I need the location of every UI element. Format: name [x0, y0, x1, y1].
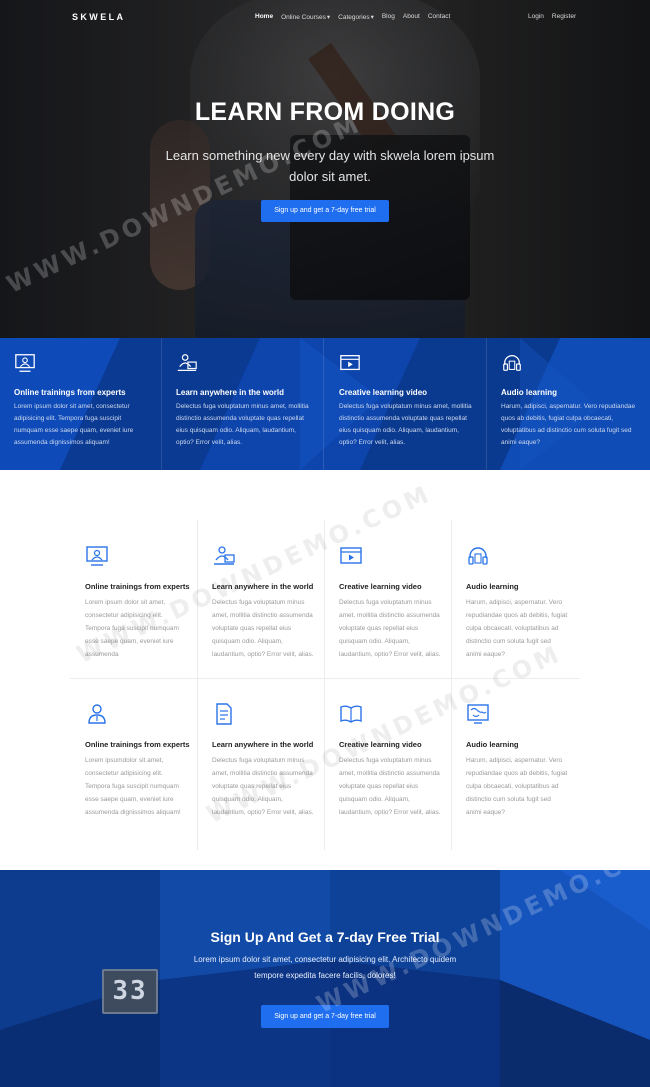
chevron-down-icon: ▾	[326, 14, 331, 21]
headphones-icon	[468, 547, 488, 565]
nav-link-contact[interactable]: Contact	[428, 13, 450, 21]
feature-card-text: Delectus fuga voluptatum minus amet, mol…	[339, 599, 441, 658]
feature-card-title: Creative learning video	[339, 740, 422, 749]
strip-item: Learn anywhere in the world Delectus fug…	[162, 338, 324, 470]
strip-item: Audio learning Harum, adipisci, aspernat…	[487, 338, 649, 470]
cta-title: Sign Up And Get a 7-day Free Trial	[210, 929, 440, 945]
strip-item-text: Delectus fuga voluptatum minus amet, mol…	[176, 403, 309, 446]
cta-text: Lorem ipsum dolor sit amet, consectetur …	[193, 955, 457, 980]
nav-links: Home Online Courses▾ Categories▾ Blog Ab…	[255, 13, 450, 21]
building-number-sign: 33	[102, 969, 158, 1014]
strip-item-title: Learn anywhere in the world	[176, 388, 285, 397]
strip-item-text: Harum, adipisci, aspernatur. Vero repudi…	[501, 403, 636, 446]
feature-card-text: Lorem ipsumdolor sit amet, consectetur a…	[85, 757, 181, 816]
feature-card: Online trainings from experts Lorem ipsu…	[70, 702, 197, 819]
feature-card-title: Learn anywhere in the world	[212, 740, 314, 749]
strip-item-text: Delectus fuga voluptatum minus amet, mol…	[339, 403, 472, 446]
expert-user-icon	[88, 704, 106, 724]
feature-card-text: Lorem ipsum dolor sit amet, consectetur …	[85, 599, 179, 658]
top-navbar: SKWELA Home Online Courses▾ Categories▾ …	[0, 0, 650, 36]
feature-card-text: Harum, adipisci, aspernatur. Vero repudi…	[466, 599, 568, 658]
feature-card-title: Creative learning video	[339, 582, 422, 591]
login-link[interactable]: Login	[528, 13, 544, 20]
video-player-icon	[340, 547, 362, 564]
feature-card: Learn anywhere in the world Delectus fug…	[197, 702, 324, 819]
register-link[interactable]: Register	[552, 13, 576, 20]
cta-signup-button[interactable]: Sign up and get a 7-day free trial	[261, 1005, 389, 1028]
hero-title: LEARN FROM DOING	[194, 98, 456, 126]
strip-item-title: Creative learning video	[339, 388, 428, 397]
nav-link-home[interactable]: Home	[255, 13, 273, 21]
nav-link-label: Categories	[338, 14, 370, 21]
hero-section: SKWELA Home Online Courses▾ Categories▾ …	[0, 0, 650, 338]
video-player-icon	[340, 355, 360, 371]
open-book-icon	[340, 705, 362, 723]
feature-card-title: Online trainings from experts	[85, 740, 190, 749]
chevron-down-icon: ▾	[370, 14, 374, 21]
nav-link-categories[interactable]: Categories▾	[338, 13, 374, 21]
feature-card: Online trainings from experts Lorem ipsu…	[70, 544, 197, 661]
feature-card-title: Online trainings from experts	[85, 582, 190, 591]
feature-card-title: Audio learning	[466, 740, 519, 749]
document-icon	[216, 703, 232, 725]
hero-subtitle: Learn something new every day with skwel…	[165, 148, 495, 184]
nav-auth: Login Register	[528, 13, 576, 20]
cta-section: 33 Sign Up And Get a 7-day Free Trial Lo…	[0, 870, 650, 1087]
strip-item-title: Audio learning	[501, 388, 557, 397]
feature-card: Creative learning video Delectus fuga vo…	[324, 702, 451, 819]
features-grid: Online trainings from experts Lorem ipsu…	[70, 520, 580, 850]
strip-item-text: Lorem ipsum dolor sit amet, consectetur …	[14, 403, 134, 446]
learn-anywhere-icon	[177, 354, 197, 371]
feature-card: Creative learning video Delectus fuga vo…	[324, 544, 451, 661]
headphones-icon	[503, 355, 521, 371]
nav-link-label: Online Courses	[281, 14, 326, 21]
feature-card-text: Delectus fuga voluptatum minus amet, mol…	[339, 757, 441, 816]
feature-card-text: Delectus fuga voluptatum minus amet, mol…	[212, 599, 314, 658]
nav-link-blog[interactable]: Blog	[382, 13, 395, 21]
feature-card-title: Audio learning	[466, 582, 519, 591]
strip-item-title: Online trainings from experts	[14, 388, 126, 397]
nav-link-about[interactable]: About	[403, 13, 420, 21]
feature-card-title: Learn anywhere in the world	[212, 582, 314, 591]
online-training-icon	[86, 546, 108, 566]
feature-card-text: Delectus fuga voluptatum minus amet, mol…	[212, 757, 314, 816]
world-map-icon	[467, 704, 489, 724]
hero-signup-button[interactable]: Sign up and get a 7-day free trial	[261, 200, 389, 222]
brand-logo[interactable]: SKWELA	[72, 12, 125, 22]
strip-item: Online trainings from experts Lorem ipsu…	[0, 338, 162, 470]
feature-card: Audio learning Harum, adipisci, aspernat…	[451, 702, 578, 819]
grid-divider	[70, 678, 580, 679]
nav-link-online-courses[interactable]: Online Courses▾	[281, 13, 330, 21]
online-training-icon	[15, 354, 35, 372]
feature-card-text: Harum, adipisci, aspernatur. Vero repudi…	[466, 757, 568, 816]
feature-card: Audio learning Harum, adipisci, aspernat…	[451, 544, 578, 661]
strip-item: Creative learning video Delectus fuga vo…	[325, 338, 487, 470]
learn-anywhere-icon	[214, 546, 235, 565]
features-strip: Online trainings from experts Lorem ipsu…	[0, 338, 650, 470]
feature-card: Learn anywhere in the world Delectus fug…	[197, 544, 324, 661]
